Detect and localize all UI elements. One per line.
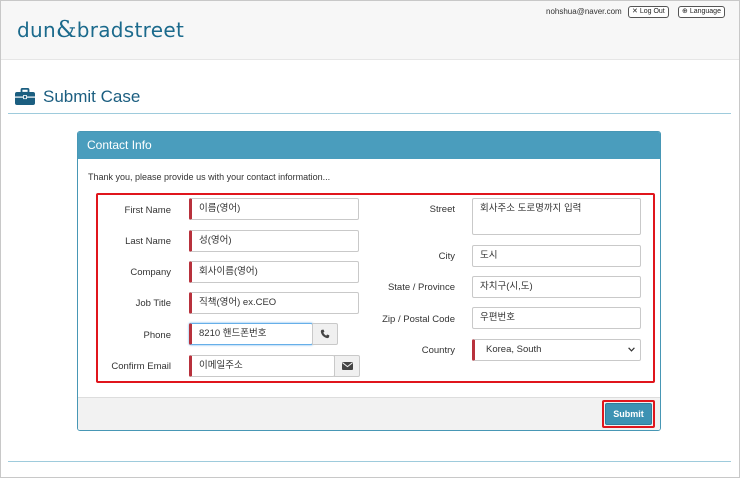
- briefcase-icon: [15, 88, 35, 105]
- submit-button[interactable]: Submit: [605, 403, 652, 425]
- intro-text: Thank you, please provide us with your c…: [88, 172, 331, 182]
- user-email: nohshua@naver.com: [546, 7, 622, 16]
- globe-icon: ⊕: [682, 8, 688, 15]
- zip-label: Zip / Postal Code: [382, 314, 455, 325]
- top-divider: [8, 113, 731, 114]
- panel-footer: [78, 397, 660, 430]
- job-title-input[interactable]: 직책(영어) ex.CEO: [189, 292, 359, 314]
- phone-input[interactable]: 8210 핸드폰번호: [189, 323, 313, 345]
- logo-text-right: bradstreet: [76, 18, 185, 42]
- state-label: State / Province: [387, 282, 455, 293]
- bottom-divider: [8, 461, 731, 462]
- logout-button[interactable]: ✕ Log Out: [628, 6, 669, 18]
- phone-icon: [320, 329, 330, 339]
- country-select[interactable]: Korea, South: [472, 339, 641, 361]
- close-icon: ✕: [632, 8, 638, 15]
- panel-header: Contact Info: [78, 132, 660, 159]
- phone-label: Phone: [143, 330, 171, 341]
- logo-text-left: dun: [17, 18, 56, 42]
- logout-label: Log Out: [639, 8, 665, 15]
- last-name-label: Last Name: [125, 236, 171, 247]
- street-label: Street: [429, 204, 455, 215]
- confirm-email-label: Confirm Email: [111, 361, 171, 372]
- city-label: City: [438, 251, 455, 262]
- job-title-label: Job Title: [135, 298, 171, 309]
- country-label: Country: [421, 345, 455, 356]
- email-addon: [334, 355, 360, 377]
- confirm-email-input[interactable]: 이메일주소: [189, 355, 335, 377]
- last-name-input[interactable]: 성(영어): [189, 230, 359, 252]
- page-title: Submit Case: [43, 87, 141, 106]
- envelope-icon: [341, 362, 353, 370]
- phone-addon: [312, 323, 338, 345]
- company-input[interactable]: 회사이름(영어): [189, 261, 359, 283]
- language-label: Language: [689, 8, 721, 15]
- street-textarea[interactable]: 회사주소 도로명까지 입력: [472, 198, 641, 235]
- state-input[interactable]: 자치구(시,도): [472, 276, 641, 298]
- first-name-label: First Name: [124, 205, 171, 216]
- city-input[interactable]: 도시: [472, 245, 641, 267]
- company-label: Company: [130, 267, 171, 278]
- country-selected-value: Korea, South: [486, 344, 542, 355]
- zip-input[interactable]: 우편번호: [472, 307, 641, 329]
- chevron-down-icon: [628, 347, 635, 352]
- first-name-input[interactable]: 이름(영어): [189, 198, 359, 220]
- language-button[interactable]: ⊕ Language: [678, 6, 725, 18]
- brand-logo[interactable]: dun&bradstreet: [17, 17, 184, 43]
- logo-ampersand: &: [55, 17, 77, 43]
